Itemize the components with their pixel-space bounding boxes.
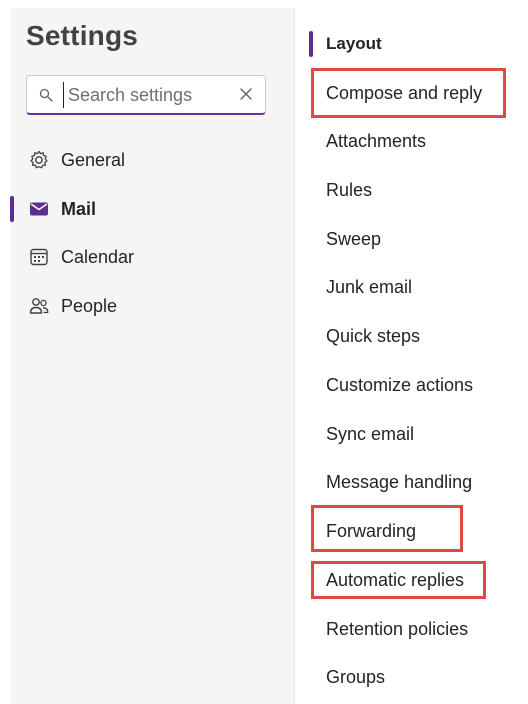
gear-icon (28, 149, 50, 171)
highlight-box-compose-and-reply (311, 68, 506, 118)
section-sweep[interactable]: Sweep (326, 229, 381, 250)
settings-window: Settings General Mail (0, 0, 528, 704)
nav-item-calendar[interactable]: Calendar (10, 237, 294, 277)
calendar-icon (28, 246, 50, 268)
section-retention-policies[interactable]: Retention policies (326, 619, 468, 640)
nav-item-label: People (61, 295, 118, 316)
mail-icon (28, 198, 50, 220)
nav-item-general[interactable]: General (10, 140, 294, 180)
section-groups[interactable]: Groups (326, 667, 385, 688)
section-rules[interactable]: Rules (326, 180, 372, 201)
nav-item-label: Mail (61, 198, 97, 219)
page-title: Settings (26, 20, 139, 51)
search-icon (39, 88, 53, 102)
people-icon (28, 295, 50, 317)
section-message-handling[interactable]: Message handling (326, 472, 472, 493)
section-quick-steps[interactable]: Quick steps (326, 326, 420, 347)
section-customize-actions[interactable]: Customize actions (326, 375, 473, 396)
section-attachments[interactable]: Attachments (326, 131, 426, 152)
close-icon[interactable] (239, 87, 253, 101)
search-input[interactable] (63, 82, 228, 108)
highlight-box-forwarding (311, 505, 463, 552)
nav-item-label: General (61, 149, 126, 170)
section-junk-email[interactable]: Junk email (326, 277, 412, 298)
nav-item-label: Calendar (61, 246, 135, 267)
search-box[interactable] (26, 75, 266, 115)
nav-item-mail[interactable]: Mail (10, 189, 294, 229)
selected-indicator (309, 31, 313, 57)
section-layout[interactable]: Layout (326, 34, 382, 54)
section-sync-email[interactable]: Sync email (326, 424, 414, 445)
highlight-box-automatic-replies (311, 561, 486, 599)
nav-item-people[interactable]: People (10, 286, 294, 326)
